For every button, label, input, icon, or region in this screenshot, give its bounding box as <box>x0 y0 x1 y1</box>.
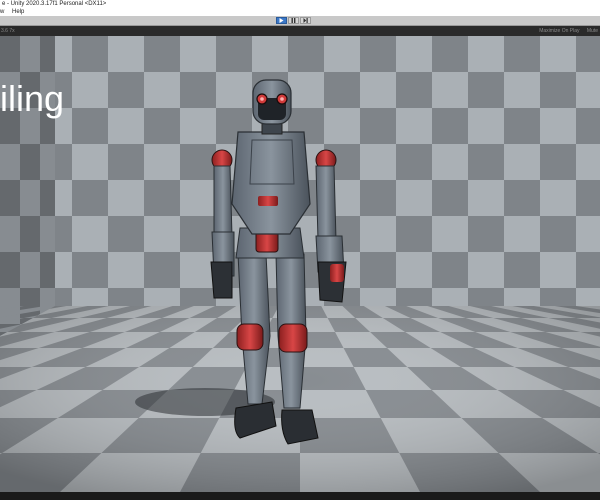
bottom-status-bar <box>0 492 600 500</box>
aspect-dropdown[interactable]: 3.6 7x <box>1 26 15 36</box>
menu-bar: w Help <box>0 9 600 16</box>
play-button[interactable] <box>276 17 287 24</box>
maximize-on-play-toggle[interactable]: Maximize On Play <box>539 28 579 34</box>
window-title: e - Unity 2020.3.17f1 Personal <DX11> <box>2 1 107 7</box>
overlay-state-label: iling <box>0 78 65 119</box>
play-controls <box>276 17 311 24</box>
menu-item-window[interactable]: w <box>0 9 4 15</box>
pause-button[interactable] <box>288 17 299 24</box>
mute-audio-toggle[interactable]: Mute <box>587 28 598 34</box>
game-view-options: Maximize On Play Mute <box>533 26 598 36</box>
window-title-bar: e - Unity 2020.3.17f1 Personal <DX11> <box>0 0 600 9</box>
step-button[interactable] <box>300 17 311 24</box>
game-view-header: 3.6 7x Maximize On Play Mute <box>0 26 600 36</box>
pause-icon <box>291 18 296 23</box>
main-toolbar <box>0 16 600 26</box>
play-icon <box>279 18 284 23</box>
menu-item-help[interactable]: Help <box>12 9 24 15</box>
step-icon <box>303 18 308 23</box>
game-viewport[interactable]: iling <box>0 36 600 492</box>
game-scene <box>0 36 600 492</box>
